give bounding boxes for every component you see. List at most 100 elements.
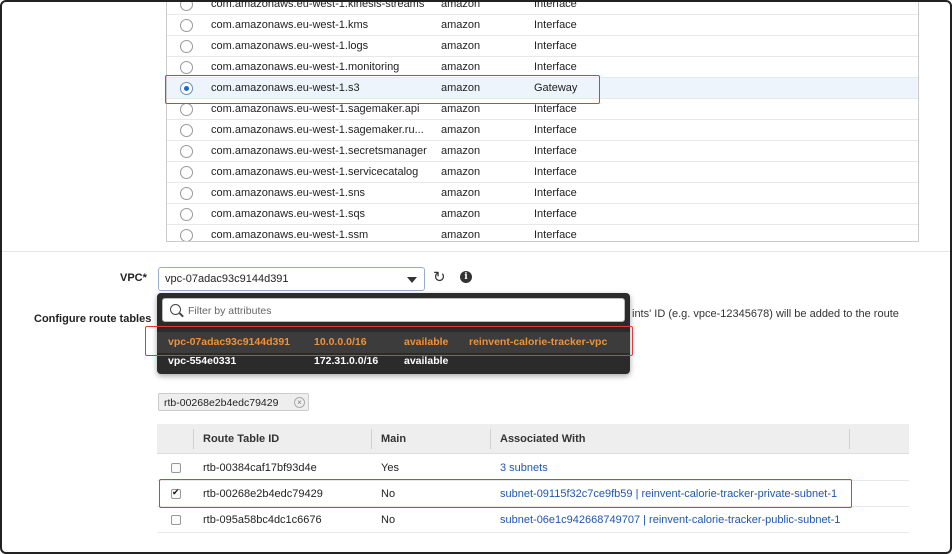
vpc-option-state: available	[404, 336, 449, 348]
filter-input[interactable]: Filter by attributes	[162, 298, 625, 322]
service-type: Interface	[534, 187, 577, 199]
service-row[interactable]: com.amazonaws.eu-west-1.sns amazon Inter…	[167, 183, 918, 204]
vpc-option-cidr: 10.0.0.0/16	[314, 336, 367, 348]
service-radio[interactable]	[180, 103, 193, 116]
column-header-main[interactable]: Main	[381, 433, 406, 445]
service-type: Interface	[534, 19, 577, 31]
service-row[interactable]: com.amazonaws.eu-west-1.kinesis-streams …	[167, 2, 918, 15]
service-name: com.amazonaws.eu-west-1.sagemaker.ru...	[211, 124, 424, 136]
service-owner: amazon	[441, 61, 481, 73]
vpc-option-cidr: 172.31.0.0/16	[314, 355, 379, 367]
row-checkbox[interactable]	[171, 515, 181, 525]
info-icon[interactable]: i	[460, 271, 472, 283]
service-type: Interface	[534, 166, 577, 178]
table-row-selected[interactable]: rtb-00268e2b4edc79429 No subnet-09115f32…	[157, 481, 909, 507]
service-owner: amazon	[441, 82, 481, 94]
row-checkbox[interactable]	[171, 463, 181, 473]
service-radio[interactable]	[180, 61, 193, 74]
route-tables-description: ints' ID (e.g. vpce-12345678) will be ad…	[632, 308, 899, 320]
section-divider	[2, 251, 950, 252]
vpc-select[interactable]: vpc-07adac93c9144d391	[158, 267, 425, 291]
service-name: com.amazonaws.eu-west-1.kms	[211, 19, 369, 31]
service-row[interactable]: com.amazonaws.eu-west-1.logs amazon Inte…	[167, 36, 918, 57]
vpc-label: VPC*	[120, 272, 147, 284]
service-owner: amazon	[441, 103, 481, 115]
service-name: com.amazonaws.eu-west-1.ssm	[211, 229, 369, 241]
route-table-id: rtb-00268e2b4edc79429	[203, 488, 323, 500]
column-header-route-table-id[interactable]: Route Table ID	[203, 433, 279, 445]
vpc-option-state: available	[404, 355, 449, 367]
route-table-main: No	[381, 488, 396, 500]
refresh-icon[interactable]: ↻	[433, 270, 446, 286]
service-radio[interactable]	[180, 229, 193, 241]
service-radio[interactable]	[180, 2, 193, 11]
column-header-associated-with[interactable]: Associated With	[500, 433, 585, 445]
vpc-option-highlighted[interactable]: vpc-07adac93c9144d391 10.0.0.0/16 availa…	[157, 332, 630, 353]
vpc-select-value: vpc-07adac93c9144d391	[165, 273, 289, 285]
column-separator	[849, 429, 850, 449]
row-checkbox-checked[interactable]	[171, 487, 181, 499]
service-owner: amazon	[441, 208, 481, 220]
service-name: com.amazonaws.eu-west-1.sagemaker.api	[211, 103, 420, 115]
service-radio[interactable]	[180, 145, 193, 158]
service-owner: amazon	[441, 145, 481, 157]
vpc-dropdown: Filter by attributes vpc-07adac93c9144d3…	[157, 293, 630, 374]
service-name: com.amazonaws.eu-west-1.logs	[211, 40, 369, 52]
service-row[interactable]: com.amazonaws.eu-west-1.kms amazon Inter…	[167, 15, 918, 36]
service-type: Interface	[534, 229, 577, 241]
tag-remove-icon[interactable]: ×	[294, 397, 305, 408]
configure-route-tables-label: Configure route tables	[34, 313, 152, 325]
vpc-option[interactable]: vpc-554e0331 172.31.0.0/16 available	[157, 351, 630, 372]
vpc-option-id: vpc-554e0331	[168, 355, 237, 367]
route-table-id: rtb-095a58bc4dc1c6676	[203, 514, 322, 526]
service-row[interactable]: com.amazonaws.eu-west-1.monitoring amazo…	[167, 57, 918, 78]
filter-placeholder: Filter by attributes	[188, 305, 272, 317]
table-row[interactable]: rtb-00384caf17bf93d4e Yes 3 subnets	[157, 455, 909, 481]
service-radio[interactable]	[180, 166, 193, 179]
service-owner: amazon	[441, 187, 481, 199]
selected-route-table-tag: rtb-00268e2b4edc79429 ×	[158, 393, 309, 411]
service-owner: amazon	[441, 229, 481, 241]
service-type: Interface	[534, 40, 577, 52]
service-list: com.amazonaws.eu-west-1.kinesis-streams …	[166, 2, 919, 242]
service-row-selected[interactable]: com.amazonaws.eu-west-1.s3 amazon Gatewa…	[167, 78, 918, 99]
service-row[interactable]: com.amazonaws.eu-west-1.sqs amazon Inter…	[167, 204, 918, 225]
service-type: Interface	[534, 103, 577, 115]
service-name: com.amazonaws.eu-west-1.s3	[211, 82, 360, 94]
service-radio[interactable]	[180, 40, 193, 53]
service-radio[interactable]	[180, 19, 193, 32]
service-row[interactable]: com.amazonaws.eu-west-1.secretsmanager a…	[167, 141, 918, 162]
service-type: Interface	[534, 2, 577, 10]
screenshot-frame: com.amazonaws.eu-west-1.kinesis-streams …	[0, 0, 952, 554]
service-radio[interactable]	[180, 124, 193, 137]
service-radio[interactable]	[180, 187, 193, 200]
column-separator	[371, 429, 372, 449]
vpc-option-id: vpc-07adac93c9144d391	[168, 336, 291, 348]
service-owner: amazon	[441, 166, 481, 178]
service-row[interactable]: com.amazonaws.eu-west-1.sagemaker.ru... …	[167, 120, 918, 141]
route-table-main: No	[381, 514, 396, 526]
tag-label: rtb-00268e2b4edc79429	[164, 397, 279, 409]
service-owner: amazon	[441, 124, 481, 136]
route-table-header: Route Table ID Main Associated With	[157, 424, 909, 454]
route-table-main: Yes	[381, 462, 399, 474]
table-row[interactable]: rtb-095a58bc4dc1c6676 No subnet-06e1c942…	[157, 507, 909, 533]
service-type: Interface	[534, 145, 577, 157]
service-radio-selected[interactable]	[180, 82, 193, 95]
service-owner: amazon	[441, 40, 481, 52]
service-row[interactable]: com.amazonaws.eu-west-1.ssm amazon Inter…	[167, 225, 918, 241]
service-owner: amazon	[441, 19, 481, 31]
search-icon	[170, 304, 181, 315]
route-table-id: rtb-00384caf17bf93d4e	[203, 462, 317, 474]
service-type: Interface	[534, 208, 577, 220]
service-row[interactable]: com.amazonaws.eu-west-1.servicecatalog a…	[167, 162, 918, 183]
route-table-associated-link[interactable]: 3 subnets	[500, 462, 548, 474]
route-table-associated-link[interactable]: subnet-06e1c942668749707 | reinvent-calo…	[500, 514, 840, 526]
chevron-down-icon	[407, 277, 417, 283]
column-separator	[193, 429, 194, 449]
route-table-associated-link[interactable]: subnet-09115f32c7ce9fb59 | reinvent-calo…	[500, 488, 837, 500]
service-radio[interactable]	[180, 208, 193, 221]
column-separator	[490, 429, 491, 449]
service-row[interactable]: com.amazonaws.eu-west-1.sagemaker.api am…	[167, 99, 918, 120]
service-name: com.amazonaws.eu-west-1.kinesis-streams	[211, 2, 425, 10]
